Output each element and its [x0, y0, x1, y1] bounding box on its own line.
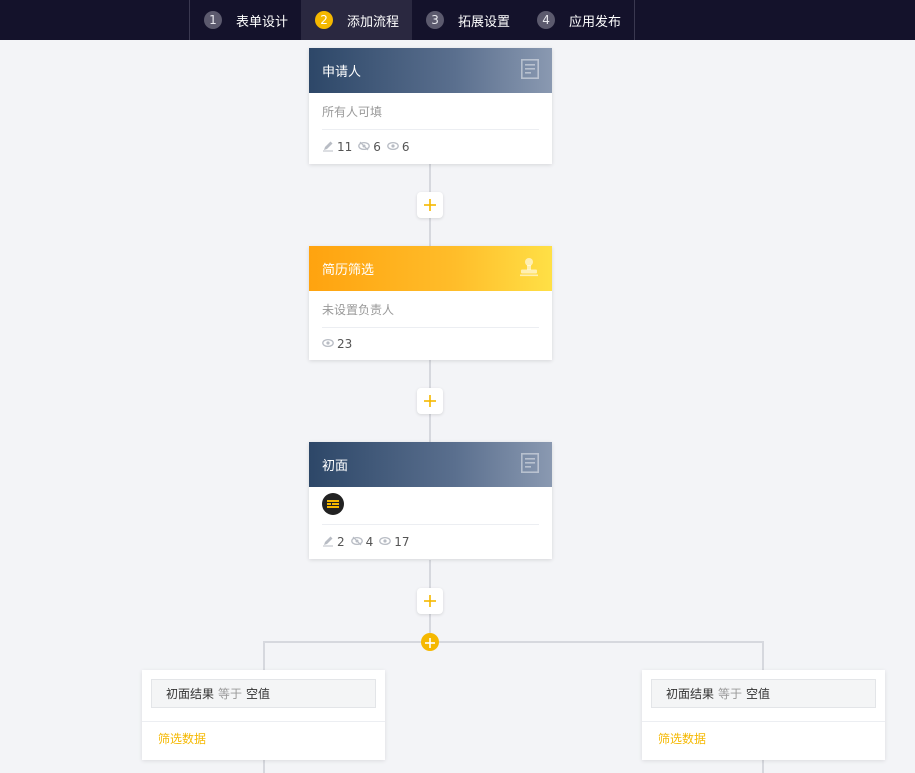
- step-number: 4: [537, 11, 556, 29]
- condition-expression[interactable]: 初面结果 等于 空值: [651, 679, 876, 708]
- avatar: [322, 493, 344, 518]
- filter-data-link[interactable]: 筛选数据: [158, 730, 206, 747]
- flow-node-first-interview[interactable]: 初面 2 4 17: [309, 442, 552, 559]
- node-description: 所有人可填: [322, 93, 539, 130]
- branch-line-right-bottom: [762, 759, 764, 773]
- view-count: 6: [387, 140, 410, 154]
- divider: [642, 721, 885, 722]
- step-app-publish[interactable]: 4 应用发布: [523, 0, 634, 40]
- edit-count: 2: [322, 535, 345, 550]
- edit-count-value: 2: [337, 535, 345, 549]
- step-label: 添加流程: [347, 14, 400, 30]
- step-form-design[interactable]: 1 表单设计: [190, 0, 301, 40]
- node-assignee: [322, 487, 539, 525]
- plus-icon: [425, 633, 435, 652]
- condition-value: 空值: [746, 687, 771, 701]
- view-count-value: 17: [394, 535, 410, 549]
- branch-line-left: [263, 641, 265, 671]
- step-number: 3: [426, 11, 445, 29]
- condition-card-left[interactable]: 初面结果 等于 空值 筛选数据: [142, 670, 385, 760]
- hidden-count: 4: [350, 535, 374, 549]
- eye-slash-icon: [350, 535, 366, 549]
- view-count: 17: [379, 535, 410, 549]
- node-header: 简历筛选: [309, 246, 552, 291]
- condition-operator: 等于: [218, 687, 243, 701]
- step-number: 2: [315, 11, 334, 29]
- top-step-bar: 1 表单设计 2 添加流程 3 拓展设置 4 应用发布: [0, 0, 915, 40]
- condition-operator: 等于: [718, 687, 743, 701]
- node-stats: 11 6 6: [322, 130, 539, 164]
- hidden-count-value: 4: [365, 535, 374, 549]
- condition-field: 初面结果: [666, 687, 715, 701]
- stamp-icon: [519, 257, 539, 281]
- step-tabs: 1 表单设计 2 添加流程 3 拓展设置 4 应用发布: [189, 0, 636, 40]
- node-header: 申请人: [309, 48, 552, 93]
- node-description: 未设置负责人: [322, 291, 539, 328]
- step-label: 表单设计: [236, 14, 289, 30]
- divider: [142, 721, 385, 722]
- node-title: 申请人: [322, 65, 362, 80]
- branch-line-right: [762, 641, 764, 671]
- step-add-process[interactable]: 2 添加流程: [301, 0, 413, 40]
- add-branch-button[interactable]: [421, 633, 439, 651]
- eye-icon: [322, 337, 337, 351]
- node-title: 初面: [322, 459, 349, 474]
- view-count: 23: [322, 337, 352, 351]
- add-node-button[interactable]: [417, 588, 443, 614]
- plus-icon: [424, 196, 436, 215]
- branch-line-left-bottom: [263, 759, 265, 773]
- eye-slash-icon: [358, 140, 373, 154]
- eye-icon: [387, 140, 402, 154]
- edit-count: 11: [322, 140, 352, 155]
- node-title: 简历筛选: [322, 263, 375, 278]
- eye-icon: [379, 535, 394, 549]
- flow-node-resume-screening[interactable]: 简历筛选 未设置负责人 23: [309, 246, 552, 360]
- step-extension-settings[interactable]: 3 拓展设置: [412, 0, 523, 40]
- form-icon: [521, 58, 539, 83]
- view-count-value: 6: [401, 140, 410, 154]
- plus-icon: [424, 592, 436, 611]
- view-count-value: 23: [337, 337, 353, 351]
- form-icon: [521, 452, 539, 477]
- step-number: 1: [204, 11, 222, 29]
- node-stats: 2 4 17: [322, 525, 539, 559]
- condition-field: 初面结果: [166, 687, 215, 701]
- edit-count-value: 11: [337, 140, 353, 154]
- pencil-icon: [322, 140, 337, 155]
- add-node-button[interactable]: [417, 192, 443, 218]
- filter-data-link[interactable]: 筛选数据: [658, 730, 706, 747]
- step-label: 拓展设置: [458, 14, 511, 30]
- condition-expression[interactable]: 初面结果 等于 空值: [151, 679, 376, 708]
- condition-card-right[interactable]: 初面结果 等于 空值 筛选数据: [642, 670, 885, 760]
- branch-line: [263, 641, 764, 643]
- hidden-count-value: 6: [373, 140, 381, 154]
- step-label: 应用发布: [569, 14, 622, 30]
- hidden-count: 6: [358, 140, 381, 154]
- condition-value: 空值: [246, 687, 271, 701]
- plus-icon: [424, 392, 436, 411]
- node-header: 初面: [309, 442, 552, 487]
- pencil-icon: [322, 535, 337, 550]
- add-node-button[interactable]: [417, 388, 443, 414]
- flow-node-applicant[interactable]: 申请人 所有人可填 11 6 6: [309, 48, 552, 164]
- node-stats: 23: [322, 328, 539, 360]
